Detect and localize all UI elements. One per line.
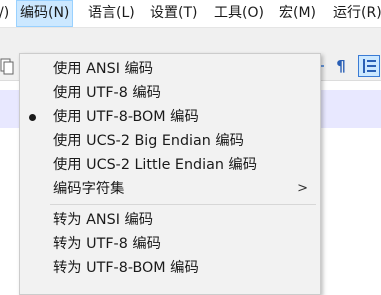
copy-icon[interactable] [0, 56, 14, 76]
menu-bar: /) 编码(N) 语言(L) 设置(T) 工具(O) 宏(M) 运行(R) [0, 0, 381, 28]
menu-item-label: 转为 UTF-8 编码 [53, 236, 161, 252]
menu-settings[interactable]: 设置(T) [147, 0, 200, 27]
menu-item-label: 使用 UTF-8 编码 [53, 85, 161, 101]
menu-run[interactable]: 运行(R) [330, 0, 381, 27]
menu-item-use-ucs2-be[interactable]: 使用 UCS-2 Big Endian 编码 [20, 129, 320, 153]
menu-view-partial[interactable]: /) [0, 0, 12, 27]
menu-item-label: 使用 ANSI 编码 [53, 61, 154, 77]
encoding-dropdown-menu: 使用 ANSI 编码 使用 UTF-8 编码 使用 UTF-8-BOM 编码 使… [19, 53, 321, 295]
menu-item-label: 转为 ANSI 编码 [53, 212, 154, 228]
menu-item-convert-ansi[interactable]: 转为 ANSI 编码 [20, 208, 320, 232]
menu-item-label: 使用 UTF-8-BOM 编码 [53, 109, 199, 125]
menu-item-convert-utf8-bom[interactable]: 转为 UTF-8-BOM 编码 [20, 256, 320, 280]
menu-macro[interactable]: 宏(M) [276, 0, 319, 27]
menu-encoding[interactable]: 编码(N) [16, 0, 74, 27]
menu-item-label: 使用 UCS-2 Big Endian 编码 [53, 133, 244, 149]
pilcrow-icon[interactable]: ¶ [334, 56, 348, 76]
menu-item-use-utf8-bom[interactable]: 使用 UTF-8-BOM 编码 [20, 105, 320, 129]
indent-guide-icon[interactable] [358, 55, 380, 77]
menu-language[interactable]: 语言(L) [85, 0, 138, 27]
menu-tools[interactable]: 工具(O) [211, 0, 267, 27]
menu-item-convert-utf8[interactable]: 转为 UTF-8 编码 [20, 232, 320, 256]
menu-item-label: 编码字符集 [53, 181, 125, 197]
chevron-right-icon: > [297, 181, 308, 196]
menu-item-charset[interactable]: 编码字符集 > [20, 177, 320, 201]
menu-separator [50, 204, 316, 205]
menu-item-use-utf8[interactable]: 使用 UTF-8 编码 [20, 81, 320, 105]
menu-item-label: 使用 UCS-2 Little Endian 编码 [53, 157, 258, 173]
menu-item-use-ansi[interactable]: 使用 ANSI 编码 [20, 57, 320, 81]
menu-item-label: 转为 UTF-8-BOM 编码 [53, 260, 199, 276]
menu-item-use-ucs2-le[interactable]: 使用 UCS-2 Little Endian 编码 [20, 153, 320, 177]
radio-check-icon [29, 114, 36, 121]
